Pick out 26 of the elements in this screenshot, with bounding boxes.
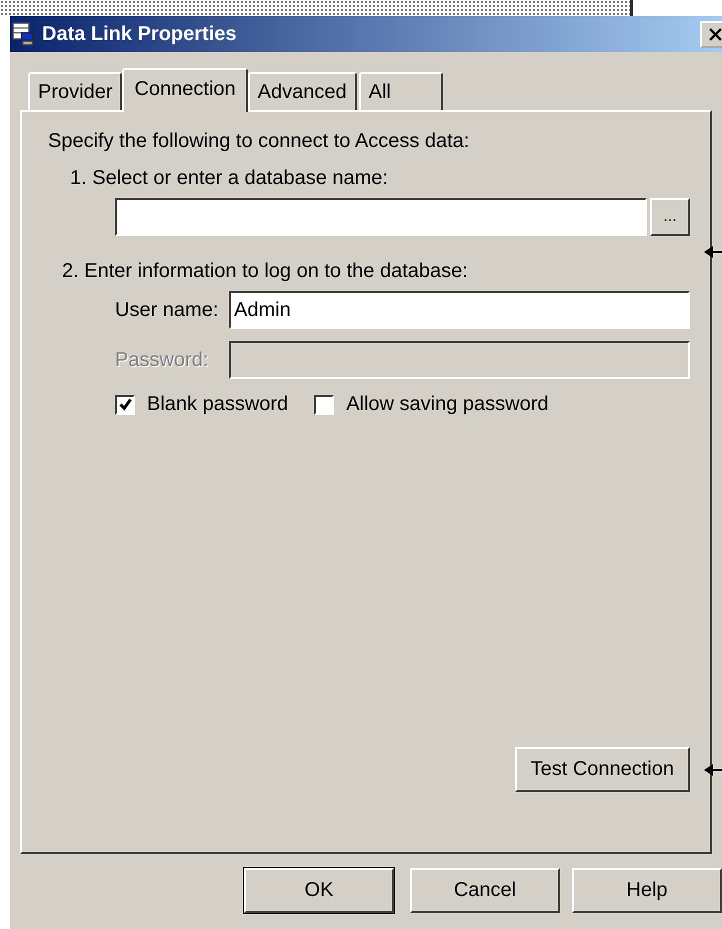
text-field[interactable]: Admin bbox=[229, 291, 690, 329]
instructions-text: Specify the following to connect to Access data: bbox=[48, 130, 470, 153]
field-label: Password: bbox=[115, 348, 210, 372]
close-icon bbox=[708, 28, 722, 40]
checkbox[interactable] bbox=[314, 394, 334, 414]
tab[interactable]: Connection bbox=[122, 68, 248, 112]
pointer-arrow bbox=[704, 245, 722, 259]
dialog-button[interactable]: Help bbox=[572, 868, 722, 913]
checkbox-label: Allow saving password bbox=[346, 393, 549, 416]
dialog-button[interactable]: OK bbox=[244, 868, 394, 913]
tab[interactable]: All bbox=[358, 72, 443, 110]
step-label: 1. Select or enter a database name: bbox=[70, 167, 389, 190]
tab[interactable]: Provider bbox=[28, 72, 122, 110]
window-title: Data Link Properties bbox=[42, 22, 238, 46]
close-button[interactable] bbox=[700, 20, 722, 48]
pointer-arrow bbox=[704, 763, 722, 777]
database-name-field[interactable] bbox=[115, 198, 647, 236]
checkbox[interactable] bbox=[115, 394, 135, 414]
step-label: 2. Enter information to log on to the database: bbox=[62, 260, 469, 283]
data-link-icon bbox=[12, 22, 36, 46]
dialog-button[interactable]: Cancel bbox=[410, 868, 560, 913]
checkbox-label: Blank password bbox=[147, 393, 288, 416]
tab[interactable]: Advanced bbox=[248, 72, 357, 110]
browse-button[interactable]: ... bbox=[650, 198, 690, 236]
field-label: User name: bbox=[115, 298, 220, 322]
test-connection-button[interactable]: Test Connection bbox=[514, 747, 690, 792]
